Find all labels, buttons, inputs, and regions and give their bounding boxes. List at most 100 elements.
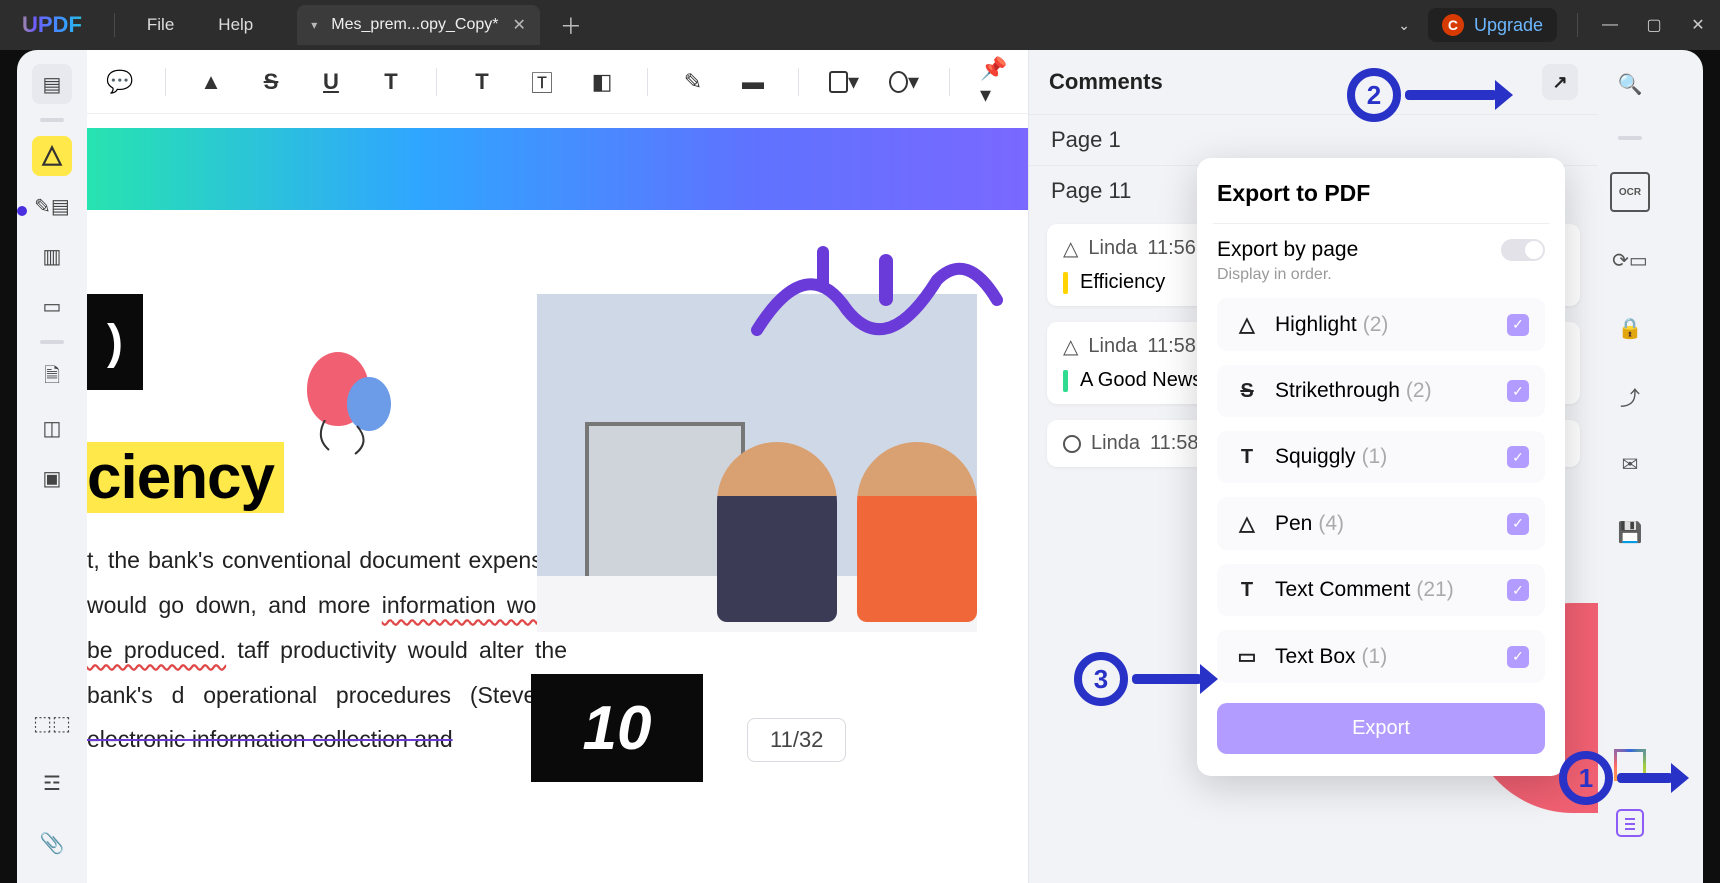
export-item-text-comment[interactable]: T Text Comment (21) ✓ bbox=[1217, 564, 1545, 616]
highlight-icon: △ bbox=[1063, 236, 1078, 261]
highlight-icon: △ bbox=[1233, 312, 1261, 337]
underline-icon[interactable]: U bbox=[316, 67, 346, 97]
checkbox-icon[interactable]: ✓ bbox=[1507, 446, 1529, 468]
convert-icon[interactable]: ⟳▭ bbox=[1610, 240, 1650, 280]
eraser-icon[interactable]: ▬ bbox=[738, 67, 768, 97]
highlighter-icon[interactable]: ▲ bbox=[196, 67, 226, 97]
checkbox-icon[interactable]: ✓ bbox=[1507, 579, 1529, 601]
highlight-icon: △ bbox=[1063, 334, 1078, 359]
main-column: 💬 ▲ S U T T 🅃 ◧ ✎ ▬ ▾ ▾ 📌▾ ) bbox=[87, 50, 1028, 883]
bookmark-icon[interactable]: ☲ bbox=[32, 763, 72, 803]
comment-time: 11:58 bbox=[1150, 432, 1199, 455]
ellipse-shape-icon[interactable]: ▾ bbox=[889, 67, 919, 97]
user-badge: C bbox=[1442, 14, 1464, 36]
reader-mode-icon[interactable]: ▤ bbox=[32, 64, 72, 104]
left-rail: ▤ ✎▤ ▥ ▭ 🗎 ◫ ▣ ⬚⬚ ☲ 📎 bbox=[17, 50, 87, 883]
pen-icon[interactable]: ✎ bbox=[678, 67, 708, 97]
checkbox-icon[interactable]: ✓ bbox=[1507, 380, 1529, 402]
comment-author: Linda bbox=[1091, 432, 1140, 455]
redact-tool-icon[interactable]: ▣ bbox=[32, 458, 72, 498]
text-icon[interactable]: T bbox=[467, 67, 497, 97]
export-item-label: Text Box bbox=[1275, 645, 1356, 669]
menu-file[interactable]: File bbox=[125, 15, 196, 35]
pen-annotation-ink bbox=[747, 240, 1007, 360]
note-icon[interactable]: 💬 bbox=[105, 67, 135, 97]
export-item-count: (1) bbox=[1362, 645, 1388, 669]
squiggly-icon[interactable]: T bbox=[376, 67, 406, 97]
textbox-icon[interactable]: 🅃 bbox=[527, 67, 557, 97]
export-item-highlight[interactable]: △ Highlight (2) ✓ bbox=[1217, 298, 1545, 351]
callout-icon[interactable]: ◧ bbox=[587, 67, 617, 97]
add-tab-button[interactable]: ＋ bbox=[540, 9, 602, 41]
document-tab[interactable]: ▾ Mes_prem...opy_Copy* ✕ bbox=[297, 5, 540, 45]
export-item-count: (2) bbox=[1363, 313, 1389, 337]
tabs-chevron-icon[interactable]: ⌄ bbox=[1380, 17, 1428, 34]
comment-time: 11:58 bbox=[1147, 335, 1196, 358]
highlight-bar-icon bbox=[1063, 272, 1068, 294]
para-line: t, the bank's conventional document bbox=[87, 547, 460, 573]
export-item-squiggly[interactable]: T Squiggly (1) ✓ bbox=[1217, 431, 1545, 483]
page-indicator[interactable]: 11/32 bbox=[747, 718, 846, 762]
window-close-icon[interactable]: ✕ bbox=[1676, 15, 1720, 35]
rail-separator bbox=[40, 118, 64, 122]
checkbox-icon[interactable]: ✓ bbox=[1507, 646, 1529, 668]
email-icon[interactable]: ✉ bbox=[1610, 444, 1650, 484]
comments-toggle-icon[interactable] bbox=[1616, 809, 1644, 837]
edit-tool-icon[interactable]: ✎▤ bbox=[32, 186, 72, 226]
protect-icon[interactable]: 🔒 bbox=[1610, 308, 1650, 348]
rail-separator bbox=[40, 340, 64, 344]
organize-pages-icon[interactable]: ▥ bbox=[32, 236, 72, 276]
upgrade-label: Upgrade bbox=[1474, 15, 1543, 36]
strikethrough-icon[interactable]: S bbox=[256, 67, 286, 97]
para-line: d operational procedures (Stevens, bbox=[172, 682, 567, 708]
stamp-icon[interactable]: 📌▾ bbox=[980, 67, 1010, 97]
rail-separator bbox=[1618, 136, 1642, 140]
export-item-count: (4) bbox=[1318, 512, 1344, 536]
document-canvas[interactable]: ) ciency t, the bank's conventional docu… bbox=[87, 114, 1028, 883]
textbox-icon: ▭ bbox=[1233, 644, 1261, 669]
para-line-strikethrough: electronic information collection and bbox=[87, 726, 453, 752]
window-minimize-icon[interactable]: — bbox=[1588, 16, 1632, 34]
save-icon[interactable]: 💾 bbox=[1610, 512, 1650, 552]
share-icon[interactable]: ⤴ bbox=[1610, 376, 1650, 416]
divider bbox=[1577, 13, 1578, 37]
search-icon[interactable]: 🔍 bbox=[1610, 64, 1650, 104]
checkbox-icon[interactable]: ✓ bbox=[1507, 513, 1529, 535]
export-item-label: Highlight bbox=[1275, 313, 1357, 337]
page-tools-icon[interactable]: ▭ bbox=[32, 286, 72, 326]
window-maximize-icon[interactable]: ▢ bbox=[1632, 15, 1676, 35]
crop-tool-icon[interactable]: ◫ bbox=[32, 408, 72, 448]
export-button[interactable]: Export bbox=[1217, 703, 1545, 754]
export-item-pen[interactable]: △ Pen (4) ✓ bbox=[1217, 497, 1545, 550]
export-item-strikethrough[interactable]: S Strikethrough (2) ✓ bbox=[1217, 365, 1545, 417]
menu-help[interactable]: Help bbox=[196, 15, 275, 35]
comment-time: 11:56 bbox=[1147, 237, 1196, 260]
comment-tool-icon[interactable] bbox=[32, 136, 72, 176]
comments-title: Comments bbox=[1049, 69, 1163, 95]
callout-number: 3 bbox=[1074, 652, 1128, 706]
form-tool-icon[interactable]: 🗎 bbox=[32, 358, 72, 398]
squiggly-icon: T bbox=[1233, 446, 1261, 469]
layers-icon[interactable]: ⬚⬚ bbox=[32, 703, 72, 743]
close-tab-icon[interactable]: ✕ bbox=[512, 15, 525, 35]
page-number-graphic: 10 bbox=[531, 674, 703, 782]
export-by-page-toggle[interactable] bbox=[1501, 239, 1545, 261]
export-popout-icon[interactable]: ↗ bbox=[1542, 64, 1578, 100]
comment-author: Linda bbox=[1088, 335, 1137, 358]
export-item-count: (1) bbox=[1362, 445, 1388, 469]
rectangle-shape-icon[interactable]: ▾ bbox=[829, 67, 859, 97]
titlebar: UPDF File Help ▾ Mes_prem...opy_Copy* ✕ … bbox=[0, 0, 1720, 50]
export-by-page-label: Export by page bbox=[1217, 238, 1358, 262]
strikethrough-icon: S bbox=[1233, 380, 1261, 403]
tab-dropdown-icon[interactable]: ▾ bbox=[311, 18, 317, 32]
ocr-icon[interactable]: OCR bbox=[1610, 172, 1650, 212]
export-item-text-box[interactable]: ▭ Text Box (1) ✓ bbox=[1217, 630, 1545, 683]
export-item-label: Pen bbox=[1275, 512, 1312, 536]
comment-author: Linda bbox=[1088, 237, 1137, 260]
balloons-graphic bbox=[307, 352, 391, 431]
upgrade-pill[interactable]: C Upgrade bbox=[1428, 8, 1557, 42]
app-body: ▤ ✎▤ ▥ ▭ 🗎 ◫ ▣ ⬚⬚ ☲ 📎 💬 ▲ S U T T 🅃 ◧ bbox=[17, 50, 1703, 883]
attachment-icon[interactable]: 📎 bbox=[32, 823, 72, 863]
sidebar-number-box: ) bbox=[87, 294, 143, 390]
checkbox-icon[interactable]: ✓ bbox=[1507, 314, 1529, 336]
